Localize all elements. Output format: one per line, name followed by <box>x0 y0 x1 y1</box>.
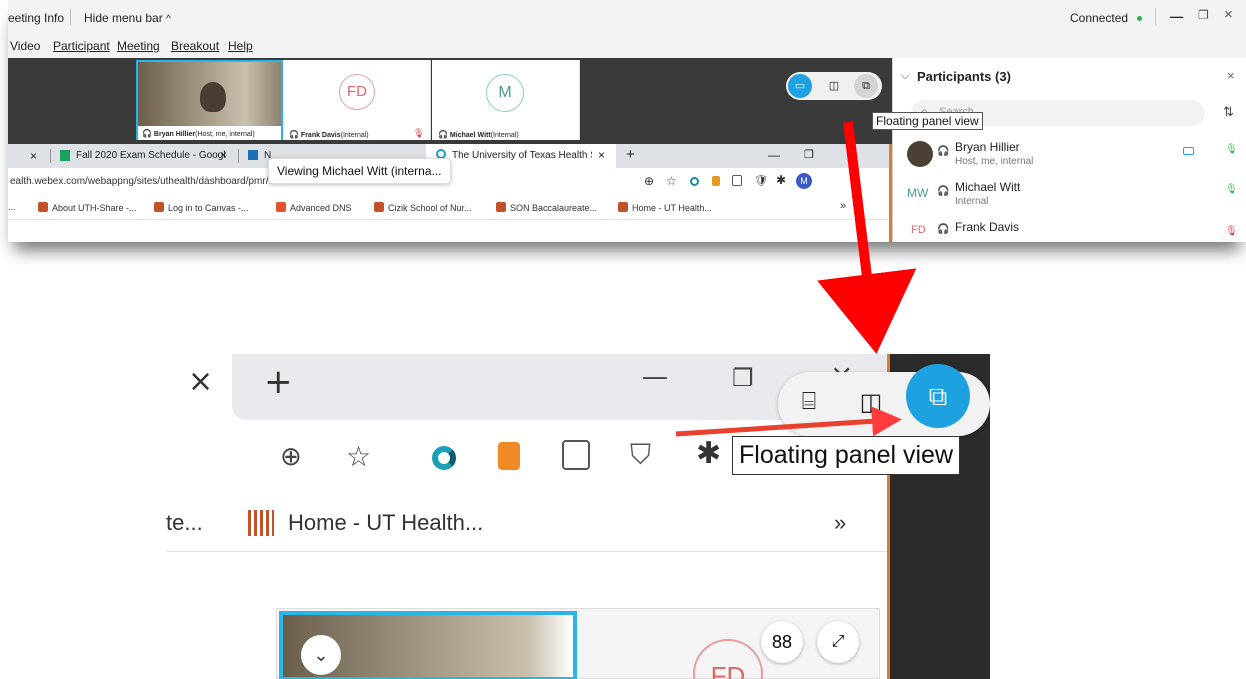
arrow-to-floating-button <box>675 406 902 437</box>
annotated-screenshot: eeting Info Hide menu bar ^ Connected — … <box>0 0 1246 679</box>
annotation-arrows <box>675 121 917 437</box>
arrow-to-zoom <box>817 121 917 354</box>
